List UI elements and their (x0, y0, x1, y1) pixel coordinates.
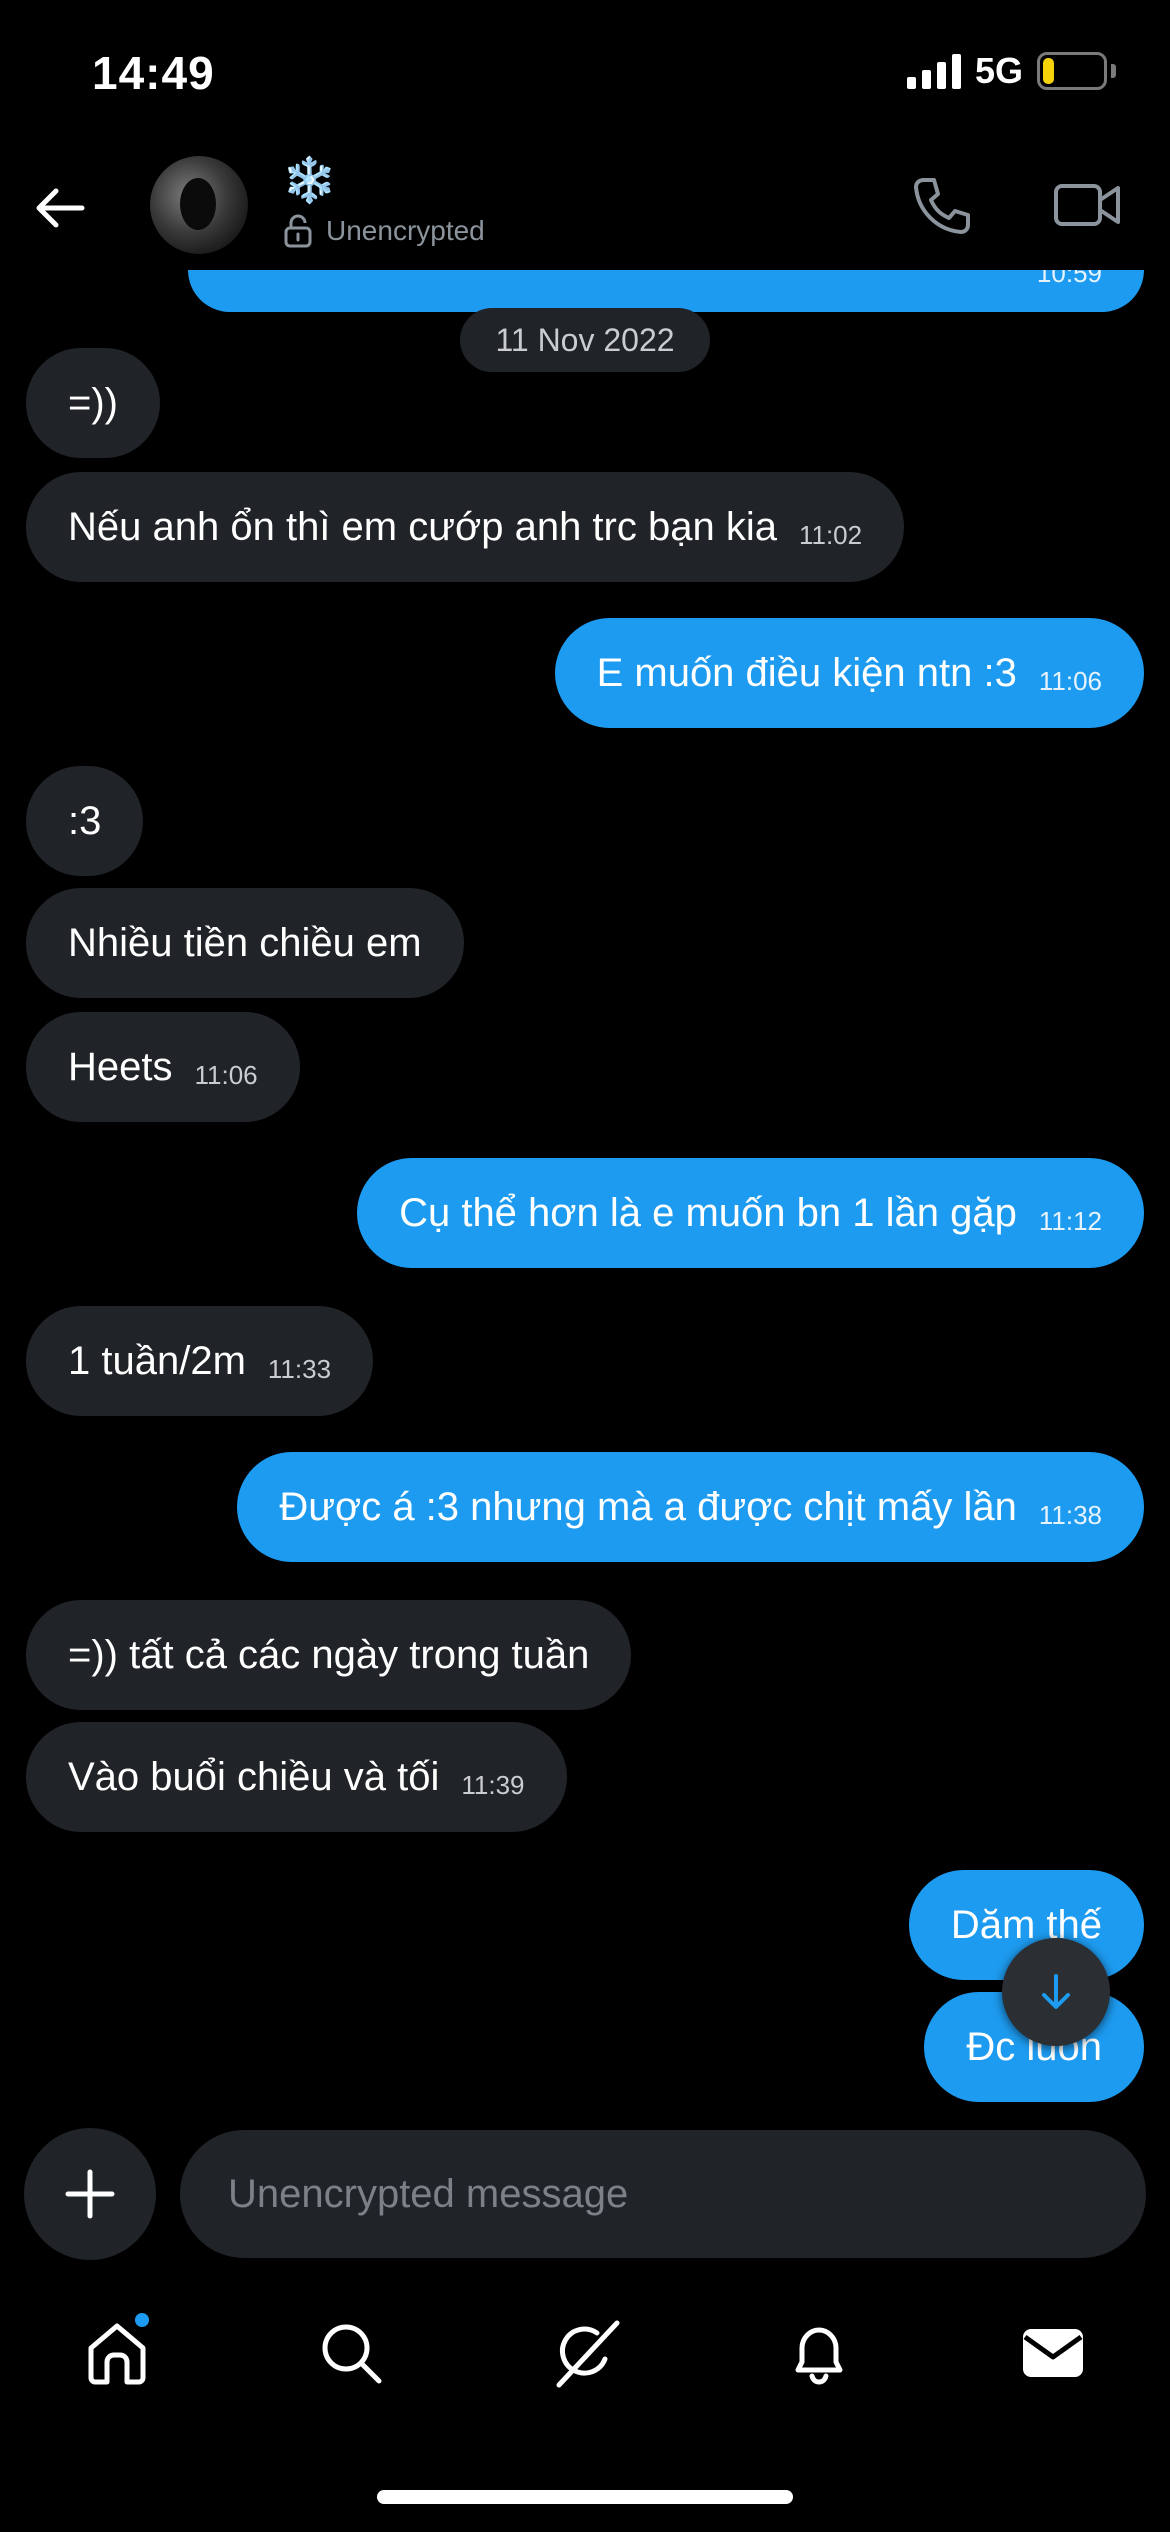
message-time: 11:38 (1038, 1499, 1102, 1530)
message-text: Vào buổi chiều và tối (68, 1754, 440, 1799)
message-text: 1 tuần/2m (68, 1338, 246, 1383)
bottom-tab-bar (0, 2300, 1170, 2410)
battery-tip (1111, 64, 1116, 78)
message-bubble-incoming[interactable]: =)) tất cả các ngày trong tuần (26, 1600, 632, 1710)
message-bubble-incoming[interactable]: =)) (26, 348, 160, 458)
tab-home[interactable] (72, 2308, 162, 2398)
message-text: Nhiều tiền chiều em (68, 920, 422, 965)
message-bubble-incoming[interactable]: Vào buổi chiều và tối 11:39 (26, 1722, 567, 1832)
battery-icon: 19 (1037, 52, 1107, 90)
tab-grok[interactable] (540, 2308, 630, 2398)
status-indicators: 5G 19 (906, 50, 1116, 92)
cellular-signal-icon (906, 53, 961, 89)
contact-name[interactable]: ❄️ (282, 156, 337, 206)
tab-search[interactable] (306, 2308, 396, 2398)
message-bubble-incoming[interactable]: Nếu anh ổn thì em cướp anh trc bạn kia 1… (26, 472, 905, 582)
network-type: 5G (974, 50, 1023, 91)
encryption-label: Unencrypted (326, 215, 485, 246)
message-bubble-incoming[interactable]: Heets 11:06 (26, 1012, 300, 1122)
message-text: E muốn điều kiện ntn :3 (596, 650, 1017, 695)
conversation-header: ❄️ Unencrypted (0, 150, 1170, 270)
tab-notifications[interactable] (774, 2308, 864, 2398)
arrow-left-icon (36, 188, 85, 228)
grok-icon (556, 2320, 620, 2388)
phone-icon (914, 178, 970, 234)
message-text: Nếu anh ổn thì em cướp anh trc bạn kia (68, 504, 777, 549)
bell-icon (795, 2327, 843, 2385)
message-text: :3 (68, 798, 102, 843)
message-time: 11:02 (798, 519, 863, 550)
message-text: Dăm thế (950, 1902, 1102, 1947)
message-bubble-outgoing[interactable]: Cụ thể hơn là e muốn bn 1 lần gặp 11:12 (357, 1158, 1144, 1268)
message-bubble-incoming[interactable]: :3 (26, 766, 144, 876)
message-text: Cụ thể hơn là e muốn bn 1 lần gặp (399, 1190, 1017, 1235)
message-bubble-outgoing[interactable]: E muốn điều kiện ntn :3 11:06 (554, 618, 1144, 728)
message-bubble-incoming[interactable]: Nhiều tiền chiều em (26, 888, 464, 998)
unlocked-padlock-icon (284, 214, 312, 248)
message-input-placeholder: Unencrypted message (228, 2171, 629, 2216)
date-separator: 11 Nov 2022 (460, 308, 710, 372)
dm-conversation-screen: 14:49 5G 19 ❄️ Unencrypted 10:59 11 Nov … (0, 0, 1170, 2532)
voice-call-button[interactable] (910, 174, 974, 238)
message-time: 11:06 (1038, 665, 1102, 696)
message-time: 11:12 (1038, 1205, 1102, 1236)
message-input[interactable]: Unencrypted message (180, 2130, 1146, 2258)
tab-messages[interactable] (1008, 2308, 1098, 2398)
arrow-down-icon (1042, 1974, 1070, 2009)
encryption-status: Unencrypted (284, 214, 485, 248)
message-time: 11:06 (194, 1059, 258, 1090)
contact-avatar[interactable] (150, 156, 248, 254)
message-bubble-outgoing[interactable]: Được á :3 nhưng mà a được chịt mấy lần 1… (237, 1452, 1144, 1562)
message-text: =)) (68, 380, 118, 425)
message-time: 11:39 (461, 1769, 525, 1800)
message-bubble-partial[interactable]: 10:59 (188, 270, 1144, 312)
scroll-to-bottom-button[interactable] (1002, 1938, 1110, 2046)
message-time: 10:59 (1036, 270, 1102, 288)
status-time: 14:49 (92, 47, 215, 99)
message-text: =)) tất cả các ngày trong tuần (68, 1632, 590, 1677)
battery-level: 19 (1056, 55, 1088, 86)
home-indicator (377, 2490, 793, 2504)
video-call-button[interactable] (1052, 176, 1122, 234)
plus-icon (65, 2169, 115, 2219)
message-text: Được á :3 nhưng mà a được chịt mấy lần (279, 1484, 1017, 1529)
back-button[interactable] (30, 178, 90, 238)
notification-dot (132, 2310, 152, 2330)
message-text: Heets (68, 1044, 173, 1089)
mail-icon (1023, 2329, 1083, 2377)
search-icon (322, 2324, 382, 2384)
video-camera-icon (1054, 184, 1120, 226)
add-attachment-button[interactable] (24, 2128, 156, 2260)
message-time: 11:33 (267, 1353, 332, 1384)
message-bubble-incoming[interactable]: 1 tuần/2m 11:33 (26, 1306, 374, 1416)
